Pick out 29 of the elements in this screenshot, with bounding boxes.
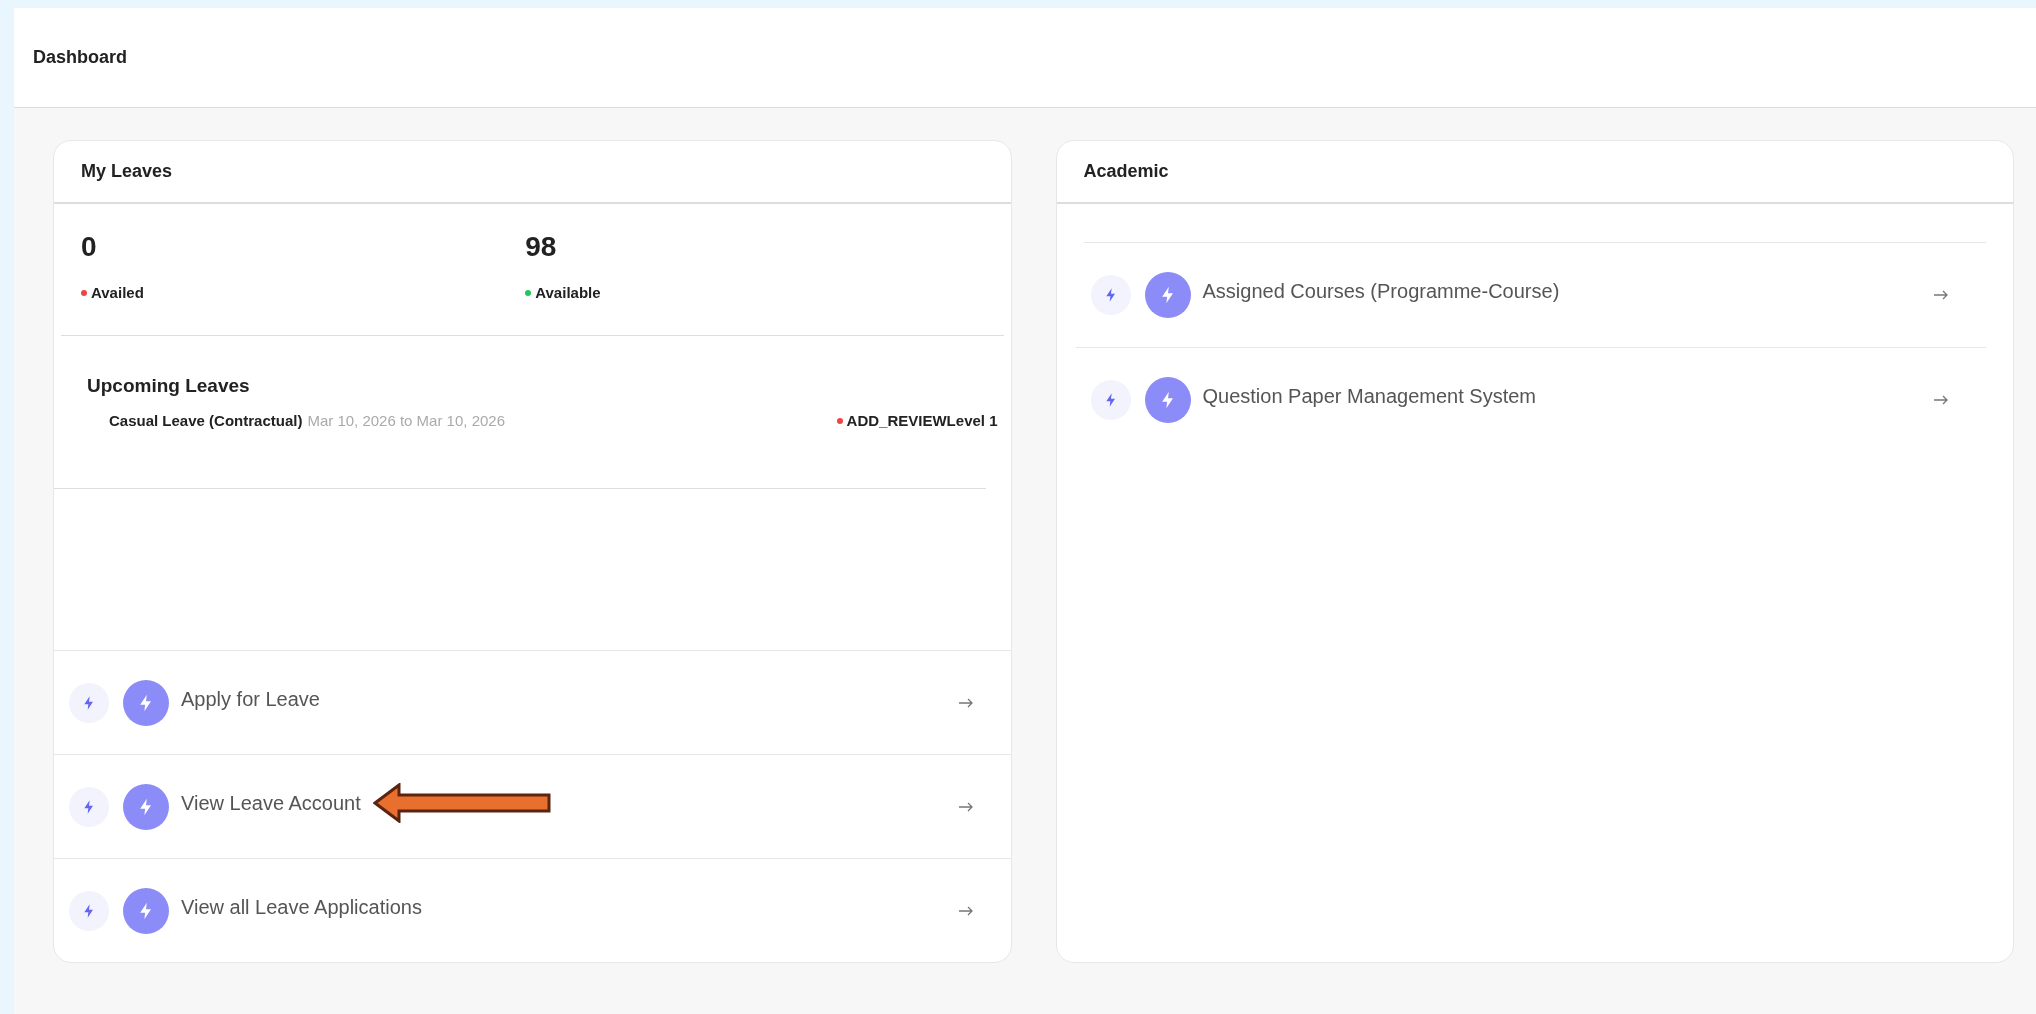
bolt-icon (69, 786, 109, 827)
page-title: Dashboard (33, 46, 128, 69)
stat-label: Availed (91, 283, 144, 303)
card-title: Academic (1083, 160, 1169, 183)
link-text[interactable]: Assigned Courses (Programme-Course) (1202, 276, 1560, 306)
arrow-right-icon[interactable] (958, 697, 973, 708)
stat-value: 0 (81, 230, 98, 264)
bolt-icon (123, 887, 169, 934)
link-text[interactable]: View Leave Account (181, 787, 361, 818)
link-text[interactable]: Apply for Leave (181, 683, 320, 714)
link-text[interactable]: View all Leave Applications (181, 891, 422, 922)
bolt-icon (123, 783, 169, 830)
bolt-icon (1144, 272, 1191, 318)
bolt-icon (69, 890, 109, 931)
stat-value: 98 (525, 230, 558, 264)
link-text[interactable]: Question Paper Management System (1202, 380, 1536, 411)
leave-status: ADD_REVIEWLevel 1 (846, 411, 998, 431)
arrow-right-icon[interactable] (958, 801, 973, 812)
arrow-right-icon[interactable] (1934, 394, 1948, 405)
bolt-icon (1090, 275, 1131, 315)
section-title: Upcoming Leaves (87, 373, 251, 398)
arrow-right-icon[interactable] (1934, 290, 1948, 300)
arrow-right-icon[interactable] (958, 905, 973, 916)
stat-label: Available (535, 283, 601, 303)
card-title: My Leaves (81, 160, 173, 183)
leave-dates: Mar 10, 2026 to Mar 10, 2026 (307, 411, 505, 431)
bolt-icon (123, 679, 169, 726)
bolt-icon (69, 682, 109, 723)
leave-type: Casual Leave (Contractual) (109, 411, 303, 431)
